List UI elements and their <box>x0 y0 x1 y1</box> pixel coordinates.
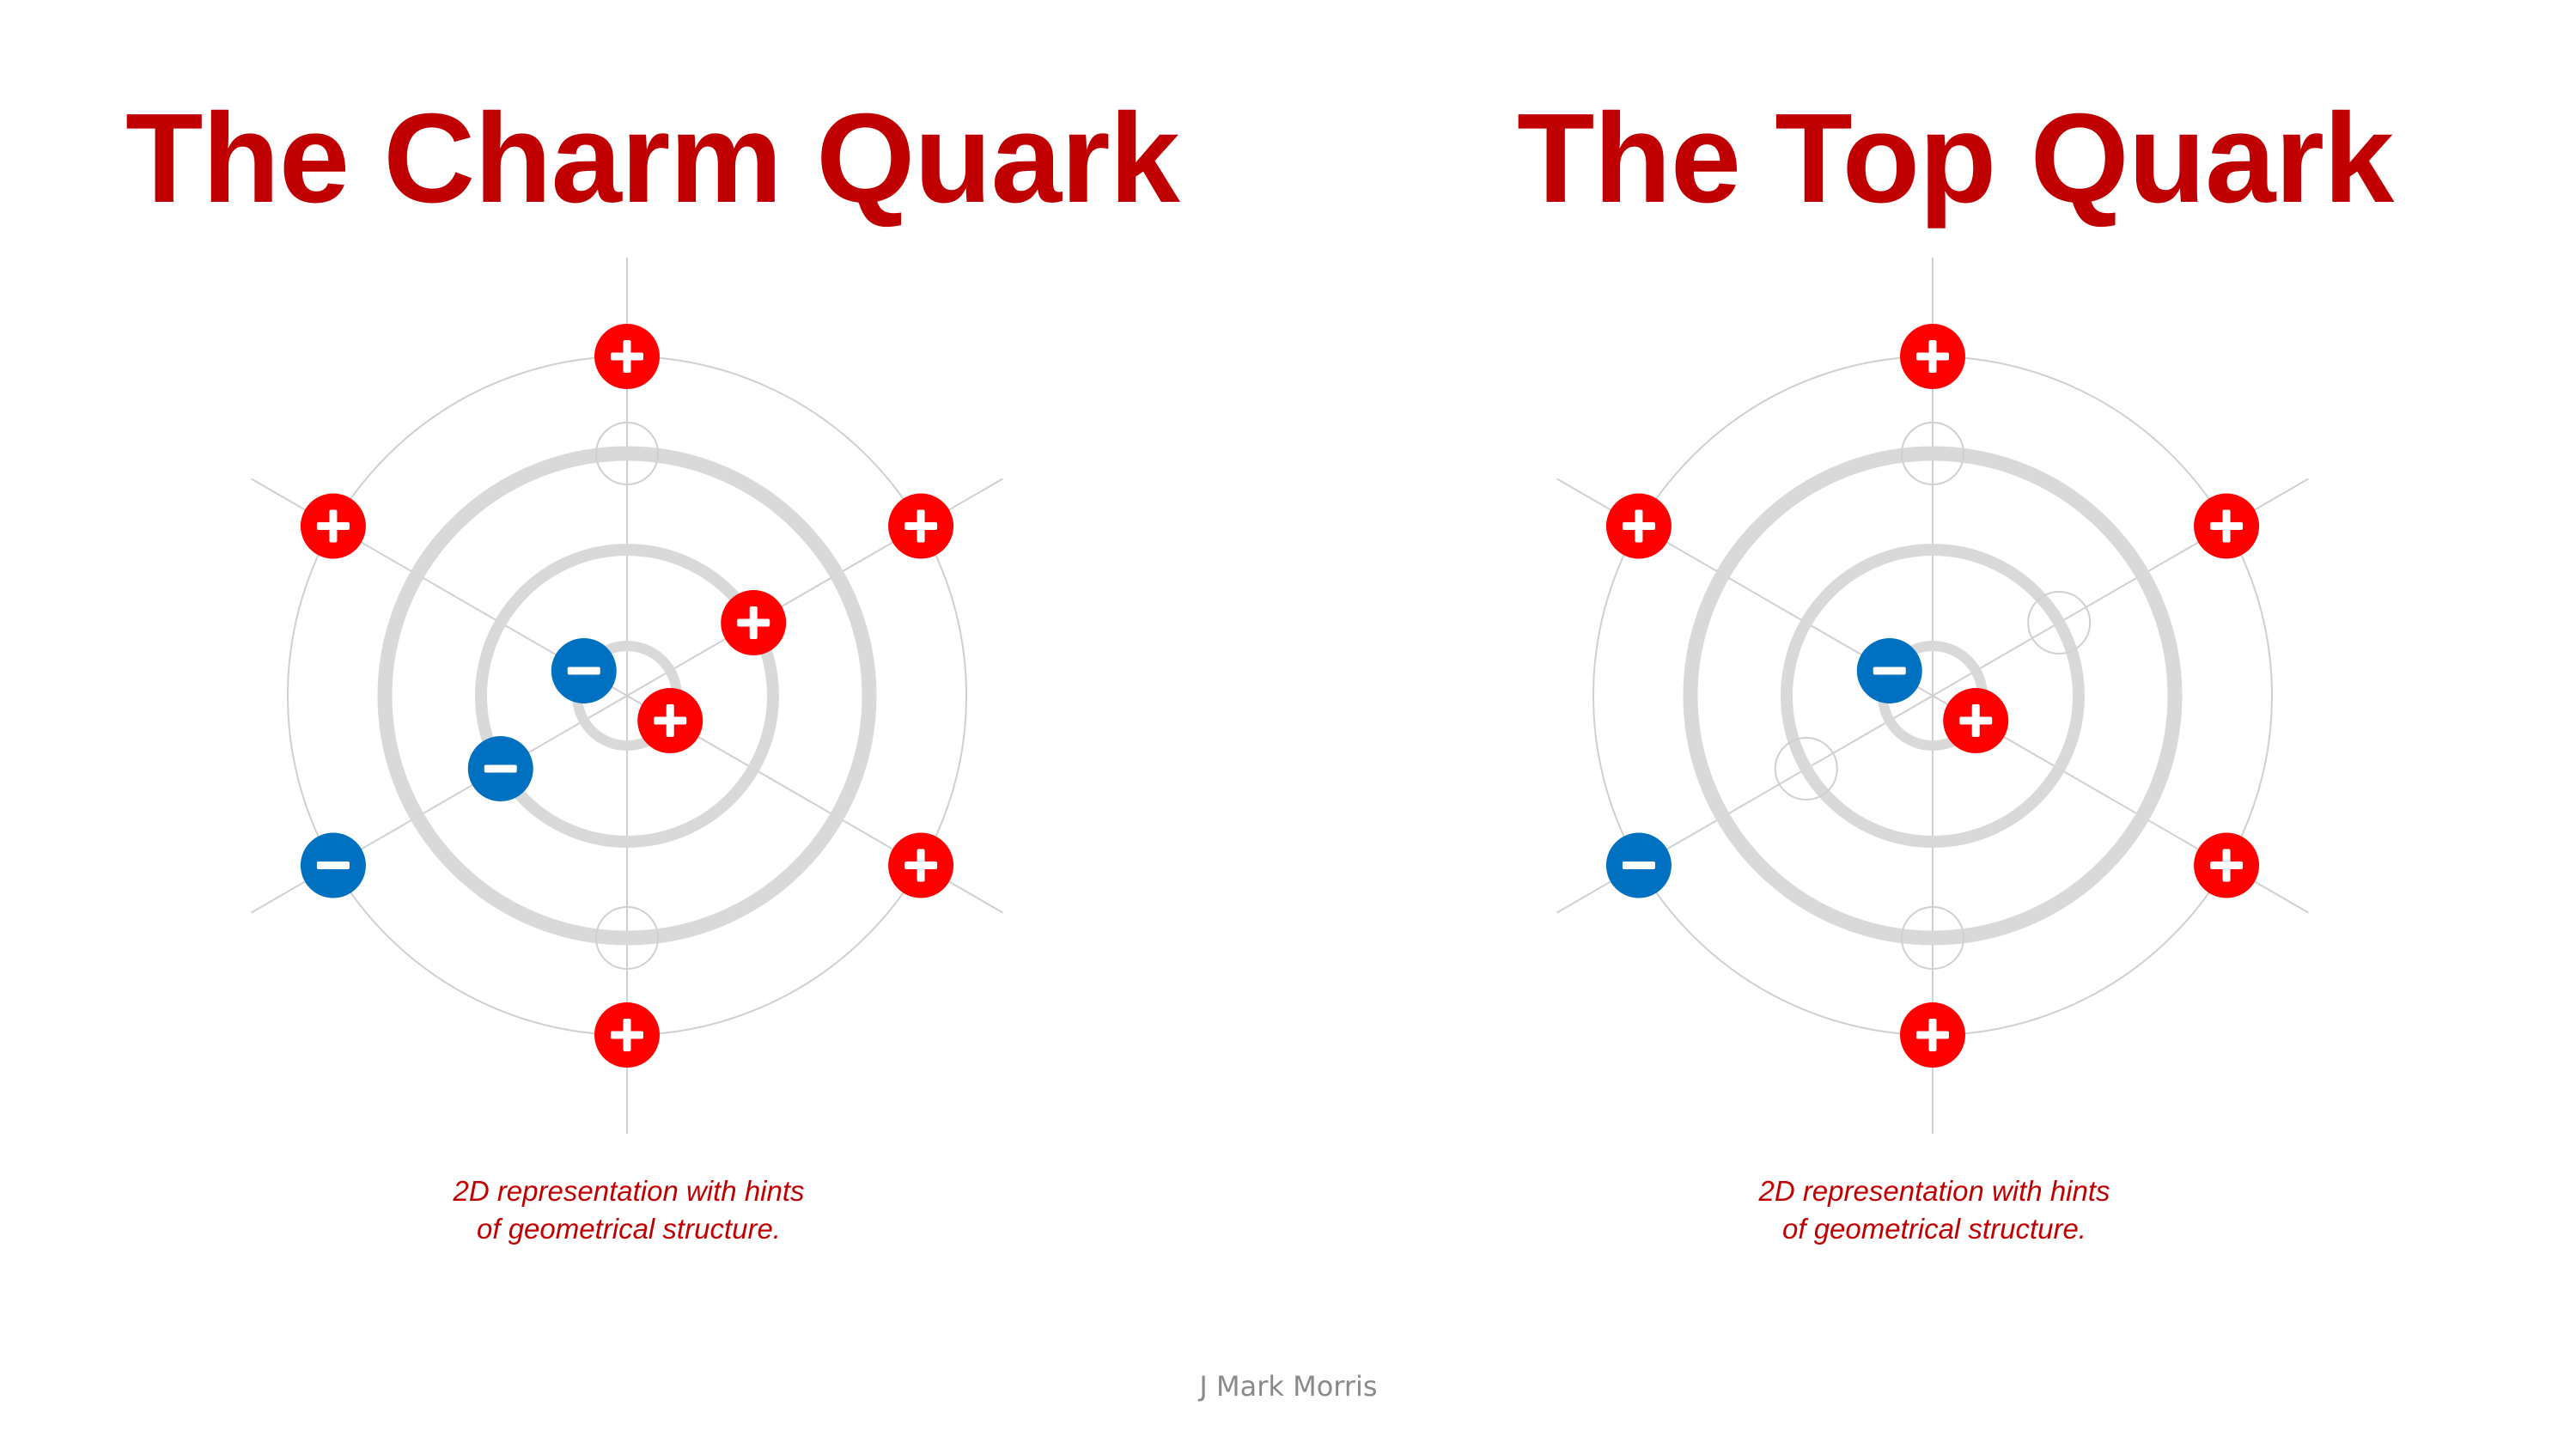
plus-sign-icon <box>2222 849 2231 882</box>
plus-sign-icon <box>329 509 338 543</box>
plus-sign-icon <box>623 340 631 373</box>
minus-sign-icon <box>316 861 350 869</box>
negative-charge-particle <box>467 736 533 801</box>
plus-sign-icon <box>749 606 758 639</box>
top-quark-diagram <box>1556 258 2309 1134</box>
caption-line-2: of geometrical structure. <box>477 1213 781 1245</box>
positive-charge-particle <box>1900 324 1965 389</box>
positive-charge-particle <box>888 493 954 559</box>
minus-sign-icon <box>484 764 517 773</box>
charm-quark-diagram <box>251 258 1003 1134</box>
caption-line-1: 2D representation with hints <box>453 1175 805 1207</box>
positive-charge-particle <box>2194 493 2260 559</box>
plus-sign-icon <box>917 849 925 882</box>
positive-charge-particle <box>637 688 703 753</box>
negative-charge-particle <box>1856 638 1922 703</box>
minus-sign-icon <box>567 667 600 675</box>
plus-sign-icon <box>1928 340 1937 373</box>
author-credit: J Mark Morris <box>1199 1370 1378 1403</box>
top-quark-caption: 2D representation with hints of geometri… <box>1634 1172 2235 1248</box>
top-quark-title: The Top Quark <box>1517 88 2394 229</box>
plus-sign-icon <box>1635 509 1643 543</box>
minus-sign-icon <box>1873 667 1906 675</box>
negative-charge-particle <box>300 832 366 898</box>
negative-charge-particle <box>551 638 617 703</box>
positive-charge-particle <box>594 1002 660 1068</box>
positive-charge-particle <box>300 493 366 559</box>
plus-sign-icon <box>1928 1019 1937 1051</box>
charm-quark-caption: 2D representation with hints of geometri… <box>328 1172 929 1248</box>
positive-charge-particle <box>1900 1002 1965 1068</box>
positive-charge-particle <box>721 590 787 655</box>
minus-sign-icon <box>1622 861 1655 869</box>
positive-charge-particle <box>594 324 660 389</box>
positive-charge-particle <box>2194 832 2260 898</box>
positive-charge-particle <box>888 832 954 898</box>
charm-quark-title: The Charm Quark <box>125 88 1180 229</box>
plus-sign-icon <box>917 509 925 543</box>
positive-charge-particle <box>1943 688 2009 753</box>
caption-line-2: of geometrical structure. <box>1782 1213 2086 1245</box>
plus-sign-icon <box>2222 509 2231 543</box>
plus-sign-icon <box>1971 704 1980 737</box>
negative-charge-particle <box>1605 832 1672 898</box>
positive-charge-particle <box>1605 493 1672 559</box>
caption-line-1: 2D representation with hints <box>1758 1175 2110 1207</box>
plus-sign-icon <box>666 704 674 737</box>
plus-sign-icon <box>623 1019 631 1051</box>
